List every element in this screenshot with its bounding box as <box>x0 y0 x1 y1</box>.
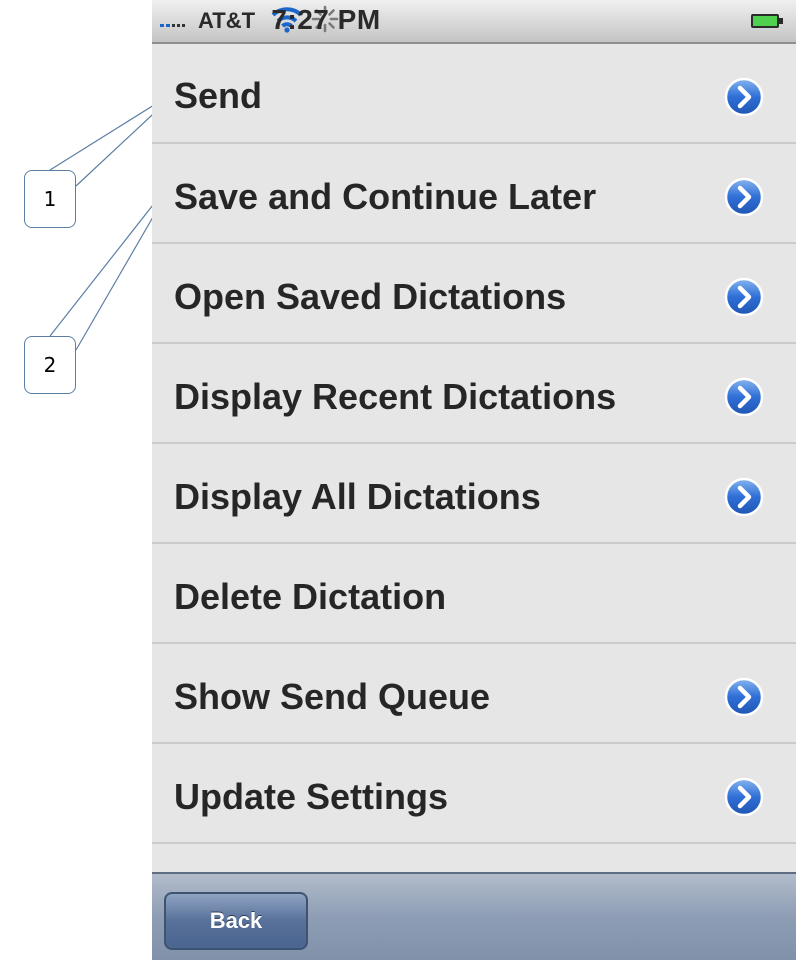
chevron-right-circle-icon[interactable] <box>724 677 764 717</box>
bottom-toolbar: Back <box>152 872 796 960</box>
chevron-right-circle-icon[interactable] <box>724 177 764 217</box>
menu-item-open-saved-dictations[interactable]: Open Saved Dictations <box>152 244 796 344</box>
menu-item-label: Update Settings <box>174 776 449 817</box>
chevron-right-circle-icon[interactable] <box>724 477 764 517</box>
callout-2: 2 <box>24 336 76 394</box>
chevron-right-circle-icon[interactable] <box>724 77 764 117</box>
chevron-right-circle-icon[interactable] <box>724 777 764 817</box>
menu-item-send[interactable]: Send <box>152 44 796 144</box>
chevron-right-circle-icon[interactable] <box>724 277 764 317</box>
menu-item-label: Display All Dictations <box>174 476 541 517</box>
menu-item-show-send-queue[interactable]: Show Send Queue <box>152 644 796 744</box>
menu-item-label: Display Recent Dictations <box>174 376 617 417</box>
menu-item-label: Save and Continue Later <box>174 176 597 217</box>
menu-item-update-settings[interactable]: Update Settings <box>152 744 796 844</box>
menu-item-label: Send <box>174 75 263 116</box>
menu-item-display-all-dictations[interactable]: Display All Dictations <box>152 444 796 544</box>
menu-item-label: Open Saved Dictations <box>174 276 567 317</box>
status-bar: AT&T 7:27 PM <box>152 0 796 44</box>
battery-icon <box>751 14 783 28</box>
menu-item-display-recent-dictations[interactable]: Display Recent Dictations <box>152 344 796 444</box>
menu-item-label: Delete Dictation <box>174 576 447 617</box>
back-button[interactable]: Back <box>164 892 308 950</box>
phone-screen: AT&T 7:27 PM Send Save and Continue Late… <box>152 0 796 960</box>
callout-1: 1 <box>24 170 76 228</box>
menu-list: Send Save and Continue Later Open Saved … <box>152 44 796 904</box>
chevron-right-circle-icon[interactable] <box>724 377 764 417</box>
status-time: 7:27 PM <box>271 4 381 35</box>
menu-item-label: Show Send Queue <box>174 676 491 717</box>
menu-item-delete-dictation[interactable]: Delete Dictation <box>152 544 796 644</box>
menu-item-save-and-continue-later[interactable]: Save and Continue Later <box>152 144 796 244</box>
